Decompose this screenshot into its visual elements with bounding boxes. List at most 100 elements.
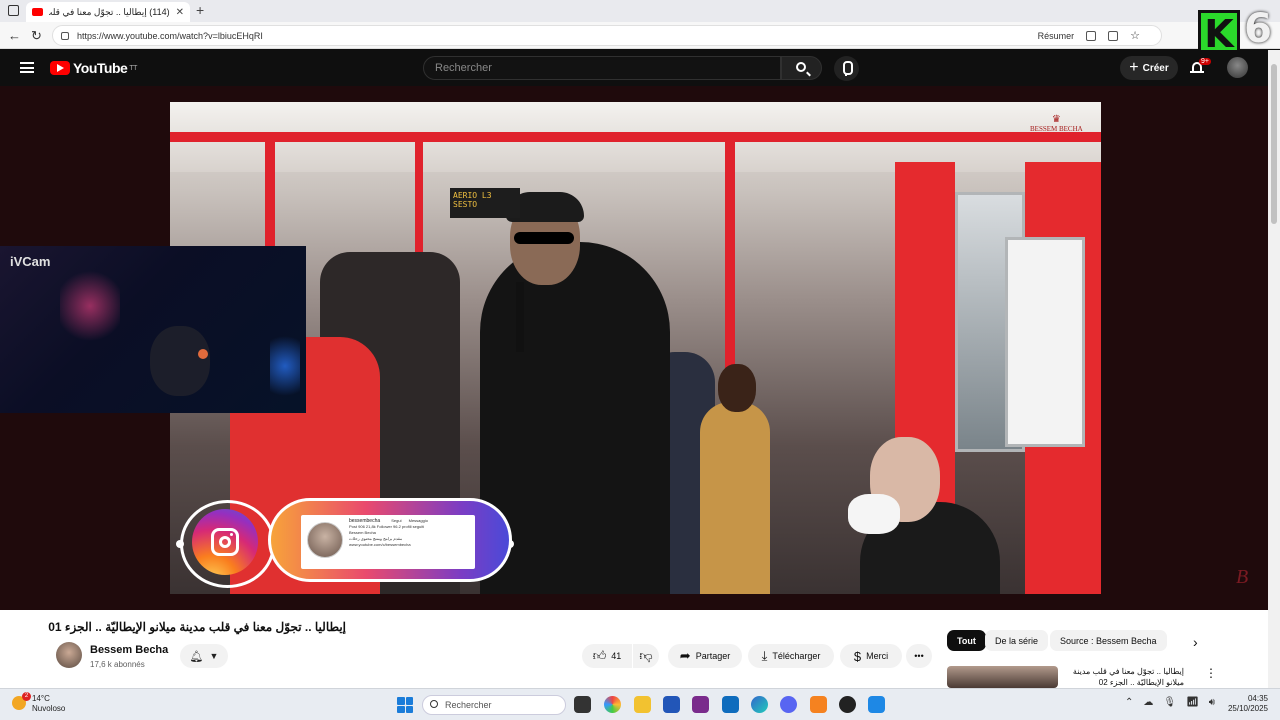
search-icon: [796, 62, 806, 72]
task-view-icon[interactable]: [574, 696, 591, 713]
channel-name[interactable]: Bessem Becha: [90, 644, 168, 656]
menu-icon[interactable]: [20, 62, 34, 73]
chevron-down-icon: ▼: [209, 651, 219, 661]
translate-icon[interactable]: [1086, 30, 1097, 41]
discord-icon[interactable]: [780, 696, 797, 713]
edge-icon[interactable]: [751, 696, 768, 713]
like-count: 41: [611, 651, 622, 661]
youtube-logo-text: YouTube: [73, 60, 128, 76]
address-bar-actions: Résumer ☆: [1038, 29, 1140, 42]
system-tray: ⌃ ☁ 🎙︎ 📶︎ 🔊︎: [1125, 697, 1215, 708]
mic-tray-icon[interactable]: 🎙︎: [1163, 697, 1176, 708]
outlook-icon[interactable]: [722, 696, 739, 713]
youtube-logo[interactable]: YouTube TT: [50, 60, 137, 76]
thanks-button[interactable]: $ Merci: [840, 644, 902, 668]
streamer-head: [150, 326, 210, 396]
ig-message: Messaggio: [408, 518, 428, 523]
chip-all[interactable]: Tout: [947, 630, 986, 651]
thumbs-up-icon: 👍︎: [592, 648, 607, 663]
create-button[interactable]: + Créer: [1120, 56, 1178, 80]
ig-link: www.youtube.com/c/bessembecha: [349, 542, 411, 547]
voice-search-icon[interactable]: [834, 56, 859, 81]
blue-light: [270, 326, 300, 406]
clock[interactable]: 04:35 25/10/2025: [1222, 694, 1268, 714]
volume-icon[interactable]: 🔊︎: [1209, 697, 1215, 708]
favorite-star-icon[interactable]: ☆: [1130, 29, 1140, 42]
reader-icon[interactable]: [1108, 30, 1119, 41]
url-text: https://www.youtube.com/watch?v=lbiucEHq…: [77, 30, 263, 41]
watermark-text: BESSEM BECHA: [1030, 125, 1083, 133]
crown-icon: ♛: [1051, 114, 1061, 125]
youtube-favicon-icon: [32, 8, 43, 16]
notification-badge: 9+: [1199, 58, 1211, 65]
bell-icon: 🔔︎: [189, 650, 204, 663]
channel-avatar[interactable]: [56, 642, 82, 668]
more-actions-button[interactable]: •••: [906, 644, 932, 668]
taskbar-search[interactable]: Rechercher: [422, 695, 566, 715]
chip-source[interactable]: Source : Bessem Becha: [1050, 630, 1167, 651]
browser-tab-active[interactable]: (114) إيطاليا .. تجوّل معنا في قلب ✕: [26, 2, 190, 22]
ivcam-label: iVCam: [10, 254, 51, 269]
wifi-icon[interactable]: 📶︎: [1186, 697, 1199, 708]
like-button[interactable]: 👍︎ 41: [582, 644, 632, 668]
download-label: Télécharger: [772, 651, 821, 661]
date: 25/10/2025: [1227, 704, 1268, 713]
tab-title: (114) إيطاليا .. تجوّل معنا في قلب: [49, 6, 170, 17]
store-icon[interactable]: [663, 696, 680, 713]
account-avatar[interactable]: [1227, 57, 1248, 78]
reload-icon[interactable]: ↻: [31, 28, 42, 44]
recommended-video-title[interactable]: إيطاليا .. تجوّل معنا في قلب مدينة ميلان…: [1062, 666, 1184, 688]
summarize-button[interactable]: Résumer: [1038, 31, 1075, 41]
file-explorer-icon[interactable]: [634, 696, 651, 713]
sunglasses: [514, 232, 574, 244]
search-button[interactable]: [781, 56, 822, 80]
url-field[interactable]: https://www.youtube.com/watch?v=lbiucEHq…: [52, 25, 1162, 46]
new-tab-button[interactable]: +: [196, 2, 204, 18]
app-blue-icon[interactable]: [868, 696, 885, 713]
sign-line-2: SESTO: [453, 200, 478, 209]
back-arrow-icon[interactable]: ←: [8, 28, 21, 43]
thanks-label: Merci: [866, 651, 889, 661]
ivcam-webcam-overlay: iVCam: [0, 246, 306, 413]
share-label: Partager: [695, 651, 731, 661]
obs-icon[interactable]: [839, 696, 856, 713]
download-button[interactable]: ⤓ Télécharger: [748, 644, 834, 668]
youtube-play-icon: [50, 61, 70, 75]
copilot-icon[interactable]: [604, 696, 621, 713]
taskbar-search-icon: [430, 700, 438, 708]
weather-widget[interactable]: 2 14°C Nuvoloso: [12, 692, 65, 714]
instagram-logo-icon: [192, 509, 258, 575]
channel-watermark: ♛ BESSEM BECHA: [1030, 114, 1083, 133]
number-overlay: 6: [1244, 6, 1272, 52]
dislike-button[interactable]: 👎︎: [633, 644, 659, 668]
destination-sign: AERIO L3 SESTO: [450, 188, 520, 218]
handheld-microphone: [516, 282, 524, 352]
app-purple-icon[interactable]: [692, 696, 709, 713]
search-input[interactable]: Rechercher: [423, 56, 781, 80]
windows-taskbar: 2 14°C Nuvoloso Rechercher ⌃ ☁ 🎙︎ 📶︎ 🔊︎ …: [0, 688, 1280, 720]
train-panel: [1005, 237, 1085, 447]
chevron-right-icon[interactable]: ›: [1193, 634, 1198, 650]
passenger-head: [718, 364, 756, 412]
passenger-tan-coat: [700, 402, 770, 594]
recommended-video-thumbnail[interactable]: [947, 666, 1058, 688]
tray-chevron-icon[interactable]: ⌃: [1125, 697, 1133, 708]
tab-close-icon[interactable]: ✕: [176, 7, 184, 18]
cloud-icon[interactable]: ☁: [1143, 697, 1153, 708]
share-button[interactable]: ➦ Partager: [668, 644, 742, 668]
recommended-more-icon[interactable]: ⋮: [1205, 666, 1217, 680]
subscription-bell-button[interactable]: 🔔︎ ▼: [180, 644, 228, 668]
window-menu-icon[interactable]: [8, 5, 19, 16]
page-scrollbar[interactable]: [1268, 50, 1280, 688]
site-info-icon[interactable]: [61, 31, 69, 40]
chip-series[interactable]: De la série: [985, 630, 1049, 651]
orange-light: [198, 349, 208, 359]
share-icon: ➦: [679, 648, 691, 663]
scrollbar-thumb[interactable]: [1271, 64, 1277, 224]
browser-tab-bar: (114) إيطاليا .. تجوّل معنا في قلب ✕ +: [0, 0, 1280, 22]
country-code: TT: [129, 64, 137, 72]
ring-dot-left: [176, 540, 184, 548]
app-orange-icon[interactable]: [810, 696, 827, 713]
start-button-icon[interactable]: [397, 697, 413, 713]
face-mask: [848, 494, 900, 534]
